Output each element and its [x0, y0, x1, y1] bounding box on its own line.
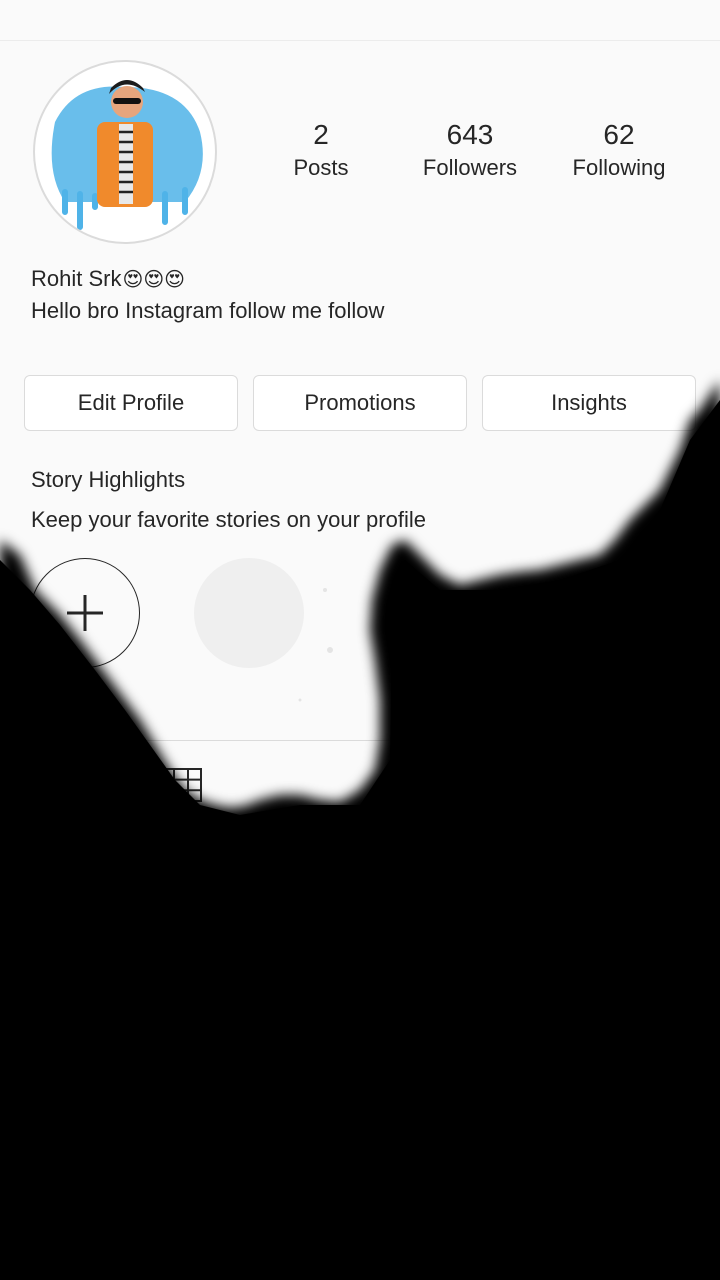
top-bar [0, 0, 720, 41]
insights-button[interactable]: Insights [482, 375, 696, 431]
followers-stat[interactable]: 643 Followers [405, 118, 535, 184]
profile-avatar[interactable] [33, 60, 217, 244]
add-highlight-button[interactable] [30, 558, 140, 668]
tab-divider [0, 740, 720, 741]
plus-icon [67, 595, 103, 631]
edit-profile-button[interactable]: Edit Profile [24, 375, 238, 431]
following-label: Following [572, 155, 666, 180]
following-stat[interactable]: 62 Following [554, 118, 684, 184]
promotions-button[interactable]: Promotions [253, 375, 467, 431]
story-highlights-subtitle: Keep your favorite stories on your profi… [31, 507, 426, 532]
profile-name-text: Rohit Srk [31, 266, 122, 291]
profile-name-emojis: 😍😍😍 [122, 269, 186, 291]
avatar-picture [39, 66, 211, 238]
grid-icon[interactable] [160, 768, 202, 802]
followers-label: Followers [422, 155, 518, 180]
profile-bio: Hello bro Instagram follow me follow [31, 298, 385, 323]
followers-count: 643 [446, 119, 494, 150]
highlight-placeholder [194, 558, 304, 668]
posts-count: 2 [313, 119, 329, 150]
following-count: 62 [603, 119, 635, 150]
posts-stat[interactable]: 2 Posts [256, 118, 386, 184]
story-highlights-title: Story Highlights [31, 467, 186, 492]
posts-label: Posts [293, 155, 349, 180]
profile-name: Rohit Srk😍😍😍 [31, 264, 185, 295]
